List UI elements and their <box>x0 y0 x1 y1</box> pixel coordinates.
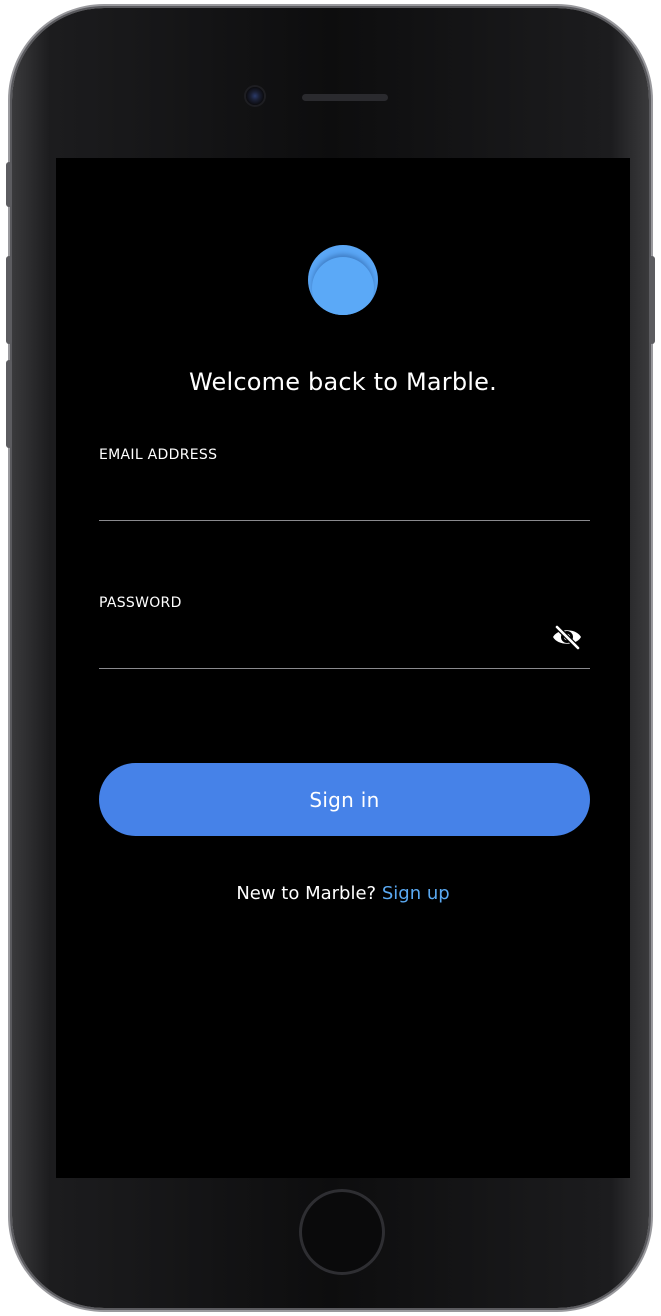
password-label: PASSWORD <box>99 595 182 611</box>
silent-switch <box>6 162 12 207</box>
email-label: EMAIL ADDRESS <box>99 447 218 463</box>
home-button[interactable] <box>299 1189 385 1275</box>
volume-down-button <box>6 360 12 448</box>
eye-off-icon <box>553 624 581 650</box>
sign-up-link[interactable]: Sign up <box>382 883 450 904</box>
marble-logo-icon <box>308 245 378 315</box>
sign-in-button[interactable]: Sign in <box>99 763 590 836</box>
signup-prompt-text: New to Marble? <box>236 883 377 904</box>
password-field[interactable] <box>99 634 590 669</box>
phone-frame: Welcome back to Marble. EMAIL ADDRESS PA… <box>12 8 649 1308</box>
earpiece-speaker <box>302 94 388 101</box>
volume-up-button <box>6 256 12 344</box>
email-field[interactable] <box>99 486 590 521</box>
signup-prompt-row: New to Marble? Sign up <box>56 883 630 904</box>
power-button <box>649 256 655 344</box>
page-title: Welcome back to Marble. <box>189 368 497 396</box>
app-screen: Welcome back to Marble. EMAIL ADDRESS PA… <box>56 158 630 1178</box>
front-camera <box>246 87 264 105</box>
password-visibility-toggle[interactable] <box>550 622 584 652</box>
